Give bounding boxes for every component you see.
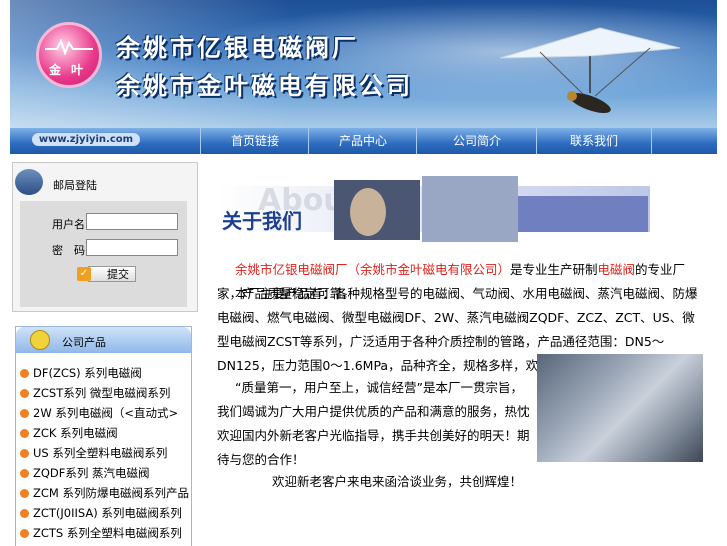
bullet-icon	[20, 489, 29, 498]
login-title: 邮局登陆	[53, 179, 97, 192]
username-input[interactable]	[86, 213, 178, 230]
hang-glider-image	[499, 27, 681, 113]
about-us-banner: About 关于我们	[218, 176, 650, 242]
product-list-header: 公司产品	[16, 327, 191, 353]
nav-item-home[interactable]: 首页链接	[200, 128, 309, 154]
bullet-icon	[20, 469, 29, 478]
check-icon: ✓	[77, 267, 91, 281]
submit-label: 提交	[107, 268, 129, 281]
product-label: ZCT(J0IISA) 系列电磁阀系列	[33, 506, 182, 520]
site-title-2: 余姚市金叶磁电有限公司	[116, 71, 413, 100]
product-label: ZCM 系列防爆电磁阀系列产品	[33, 486, 189, 500]
password-input[interactable]	[86, 239, 178, 256]
pulse-icon	[45, 39, 93, 55]
nav-item-products[interactable]: 产品中心	[308, 128, 417, 154]
mail-icon	[15, 169, 43, 195]
product-item[interactable]: ZCST系列 微型电磁阀系列	[20, 383, 170, 403]
product-label: ZCTS 系列全塑料电磁阀系列	[33, 526, 182, 540]
product-item[interactable]: ZCK 系列电磁阀	[20, 423, 118, 443]
product-item[interactable]: ZCM 系列防爆电磁阀系列产品	[20, 483, 189, 503]
logo-char-1: 金	[49, 63, 62, 77]
bullet-icon	[20, 409, 29, 418]
product-item[interactable]: ZCT(J0IISA) 系列电磁阀系列	[20, 503, 182, 523]
company-logo: 金 叶	[36, 22, 102, 88]
nav-item-about[interactable]: 公司简介	[416, 128, 537, 154]
login-form: 用户名: 密 码: ✓ 提交	[20, 201, 187, 307]
intro-mid: 是专业生产研制	[510, 262, 598, 277]
product-label: US 系列全塑料电磁阀系列	[33, 446, 168, 460]
product-list-panel: 公司产品 DF(ZCS) 系列电磁阀 ZCST系列 微型电磁阀系列 2W 系列电…	[15, 326, 192, 546]
product-list-title: 公司产品	[62, 336, 106, 349]
bullet-icon	[20, 449, 29, 458]
bullet-icon	[20, 389, 29, 398]
mission-paragraph: “质量第一，用户至上，诚信经营”是本厂一贯宗旨，我们竭诚为广大用户提供优质的产品…	[217, 380, 530, 467]
submit-button[interactable]: ✓ 提交	[77, 266, 136, 282]
site-title-1: 余姚市亿银电磁阀厂	[116, 33, 359, 62]
product-label: ZCST系列 微型电磁阀系列	[33, 386, 171, 400]
bullet-icon	[20, 529, 29, 538]
bullet-icon	[20, 429, 29, 438]
valve-keyword: 电磁阀	[597, 262, 636, 277]
product-label: ZQDF系列 蒸汽电磁阀	[33, 466, 150, 480]
product-item[interactable]: DF(ZCS) 系列电磁阀	[20, 363, 142, 383]
logo-char-2: 叶	[71, 63, 84, 77]
product-item[interactable]: ZQDF系列 蒸汽电磁阀	[20, 463, 150, 483]
desk-photo	[537, 354, 703, 462]
about-title: 关于我们	[222, 209, 302, 233]
nav-bar: www.zjyiyin.com 首页链接 产品中心 公司简介 联系我们	[10, 128, 717, 154]
product-item[interactable]: ZCTS 系列全塑料电磁阀系列	[20, 523, 182, 543]
password-label: 密 码:	[52, 244, 89, 257]
product-icon	[30, 330, 50, 350]
product-item[interactable]: 2W 系列电磁阀（<直动式>	[20, 403, 178, 423]
username-label: 用户名:	[52, 218, 89, 231]
product-label: DF(ZCS) 系列电磁阀	[33, 366, 142, 380]
mail-login-panel: 邮局登陆 用户名: 密 码: ✓ 提交	[12, 162, 198, 312]
welcome-footer: 欢迎新老客户来电来函洽谈业务，共创辉煌！	[272, 474, 523, 489]
product-item[interactable]: US 系列全塑料电磁阀系列	[20, 443, 167, 463]
site-url: www.zjyiyin.com	[32, 133, 140, 146]
product-label: 2W 系列电磁阀（<直动式>	[33, 406, 179, 420]
nav-item-contact[interactable]: 联系我们	[536, 128, 652, 154]
bullet-icon	[20, 369, 29, 378]
company-name-link[interactable]: 余姚市亿银电磁阀厂（余姚市金叶磁电有限公司）	[235, 262, 510, 277]
bullet-icon	[20, 509, 29, 518]
product-label: ZCK 系列电磁阀	[33, 426, 118, 440]
header-banner: 金 叶 余姚市亿银电磁阀厂 余姚市金叶磁电有限公司	[10, 0, 717, 128]
